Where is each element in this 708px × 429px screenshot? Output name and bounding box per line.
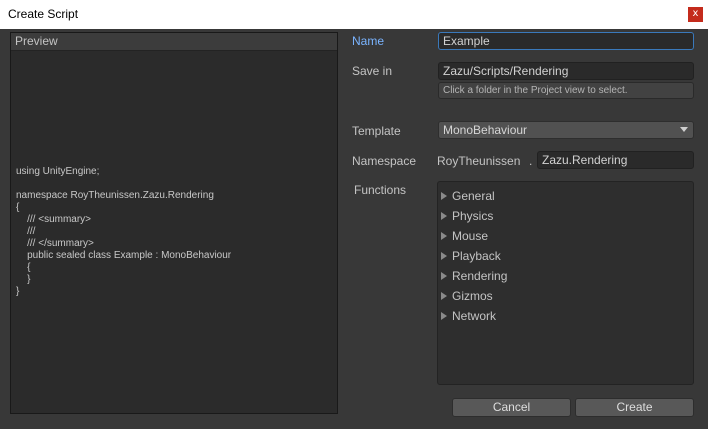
triangle-right-icon (441, 271, 447, 280)
functions-list: General Physics Mouse Playback Rendering… (437, 181, 694, 385)
function-group-playback[interactable]: Playback (441, 248, 501, 264)
triangle-right-icon (441, 311, 447, 320)
namespace-field[interactable]: Zazu.Rendering (537, 151, 694, 169)
save-in-hint: Click a folder in the Project view to se… (438, 82, 694, 99)
preview-code: using UnityEngine; namespace RoyTheuniss… (16, 166, 232, 297)
name-label: Name (352, 34, 385, 48)
function-group-label: Gizmos (452, 289, 493, 303)
function-group-general[interactable]: General (441, 188, 495, 204)
function-group-label: General (452, 189, 495, 203)
namespace-prefix: RoyTheunissen (437, 154, 521, 168)
namespace-label: Namespace (352, 154, 417, 168)
chevron-down-icon (680, 127, 688, 132)
function-group-network[interactable]: Network (441, 308, 496, 324)
triangle-right-icon (441, 211, 447, 220)
create-button[interactable]: Create (575, 398, 694, 417)
window-title: Create Script (8, 7, 79, 21)
namespace-separator: . (529, 154, 533, 168)
function-group-gizmos[interactable]: Gizmos (441, 288, 493, 304)
function-group-label: Network (452, 309, 497, 323)
template-selected-value: MonoBehaviour (443, 123, 528, 137)
cancel-button[interactable]: Cancel (452, 398, 571, 417)
functions-label: Functions (354, 183, 407, 197)
triangle-right-icon (441, 231, 447, 240)
function-group-label: Physics (452, 209, 494, 223)
triangle-right-icon (441, 191, 447, 200)
function-group-rendering[interactable]: Rendering (441, 268, 507, 284)
preview-header: Preview (11, 33, 337, 51)
name-field[interactable]: Example (438, 32, 694, 50)
save-in-field[interactable]: Zazu/Scripts/Rendering (438, 62, 694, 80)
function-group-label: Mouse (452, 229, 489, 243)
function-group-label: Playback (452, 249, 501, 263)
triangle-right-icon (441, 291, 447, 300)
title-bar: Create Script x (0, 0, 708, 29)
function-group-mouse[interactable]: Mouse (441, 228, 488, 244)
function-group-physics[interactable]: Physics (441, 208, 493, 224)
triangle-right-icon (441, 251, 447, 260)
close-button[interactable]: x (688, 7, 703, 22)
preview-panel: Preview using UnityEngine; namespace Roy… (10, 32, 338, 414)
template-dropdown[interactable]: MonoBehaviour (438, 121, 694, 139)
save-in-label: Save in (352, 64, 393, 78)
template-label: Template (352, 124, 401, 138)
function-group-label: Rendering (452, 269, 508, 283)
